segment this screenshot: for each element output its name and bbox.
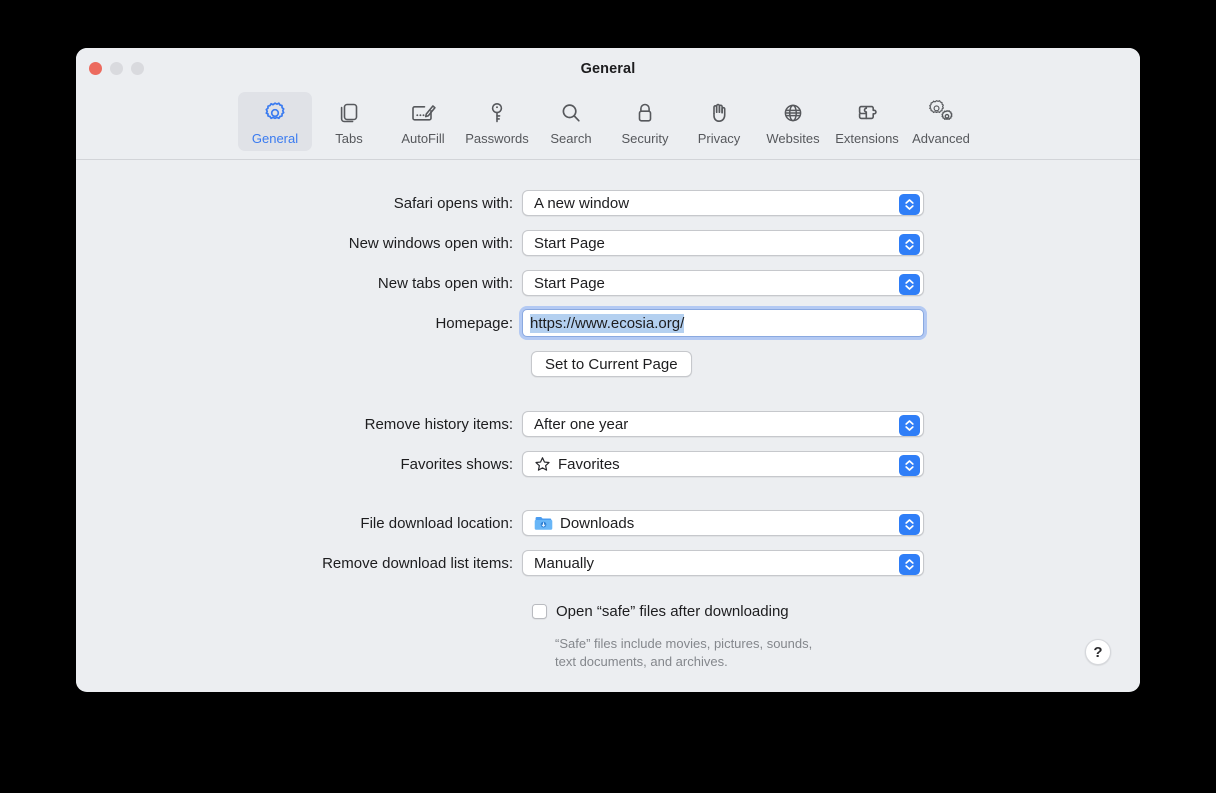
- chevron-updown-icon[interactable]: [899, 554, 920, 575]
- label-homepage: Homepage:: [76, 315, 522, 332]
- open-safe-files-checkbox[interactable]: [532, 604, 547, 619]
- chevron-updown-icon[interactable]: [899, 234, 920, 255]
- set-to-current-page-button[interactable]: Set to Current Page: [531, 351, 692, 377]
- label-favorites-shows: Favorites shows:: [76, 456, 522, 473]
- tab-websites[interactable]: Websites: [756, 92, 830, 151]
- preferences-toolbar: General Tabs AutoFill: [76, 92, 1140, 160]
- help-button[interactable]: ?: [1085, 639, 1111, 665]
- help-button-label: ?: [1093, 644, 1102, 661]
- popup-new-tabs-open-with[interactable]: Start Page: [522, 270, 924, 296]
- tab-label: Passwords: [465, 131, 529, 146]
- label-remove-history-items: Remove history items:: [76, 416, 522, 433]
- homepage-field-wrap: https://www.ecosia.org/: [522, 309, 924, 337]
- star-outline-icon: [534, 456, 551, 473]
- tab-search[interactable]: Search: [534, 92, 608, 151]
- popup-new-windows-open-with[interactable]: Start Page: [522, 230, 924, 256]
- downloads-folder-icon: [534, 515, 553, 532]
- magnifier-icon: [558, 96, 584, 130]
- row-open-safe-files: Open “safe” files after downloading: [532, 603, 789, 620]
- key-icon: [484, 96, 510, 130]
- row-favorites-shows: Favorites shows: Favorites: [76, 451, 924, 477]
- tab-passwords[interactable]: Passwords: [460, 92, 534, 151]
- popup-safari-opens-with[interactable]: A new window: [522, 190, 924, 216]
- tabs-icon: [336, 96, 362, 130]
- popup-value: Start Page: [534, 275, 605, 292]
- popup-remove-history-items[interactable]: After one year: [522, 411, 924, 437]
- tab-label: General: [252, 131, 298, 146]
- double-gear-icon: [927, 96, 955, 130]
- tab-advanced[interactable]: Advanced: [904, 92, 978, 151]
- row-remove-download-list-items: Remove download list items: Manually: [76, 550, 924, 576]
- open-safe-files-help-text: “Safe” files include movies, pictures, s…: [555, 635, 812, 671]
- globe-icon: [780, 96, 806, 130]
- popup-value: Manually: [534, 555, 594, 572]
- tab-label: Tabs: [335, 131, 362, 146]
- popup-value: Favorites: [558, 456, 620, 473]
- tab-label: Websites: [766, 131, 819, 146]
- label-safari-opens-with: Safari opens with:: [76, 195, 522, 212]
- puzzle-piece-icon: [854, 96, 880, 130]
- window-titlebar: General: [76, 48, 1140, 92]
- tab-privacy[interactable]: Privacy: [682, 92, 756, 151]
- tab-label: Search: [550, 131, 591, 146]
- autofill-pencil-icon: [409, 96, 437, 130]
- hand-icon: [706, 96, 732, 130]
- chevron-updown-icon[interactable]: [899, 514, 920, 535]
- row-file-download-location: File download location: Downloads: [76, 510, 924, 536]
- preferences-window: General General Tabs: [76, 48, 1140, 692]
- popup-file-download-location[interactable]: Downloads: [522, 510, 924, 536]
- tab-label: Extensions: [835, 131, 899, 146]
- row-safari-opens-with: Safari opens with: A new window: [76, 190, 924, 216]
- popup-remove-download-list-items[interactable]: Manually: [522, 550, 924, 576]
- label-file-download-location: File download location:: [76, 515, 522, 532]
- padlock-icon: [632, 96, 658, 130]
- row-remove-history-items: Remove history items: After one year: [76, 411, 924, 437]
- row-new-tabs-open-with: New tabs open with: Start Page: [76, 270, 924, 296]
- label-remove-download-list-items: Remove download list items:: [76, 555, 522, 572]
- tab-security[interactable]: Security: [608, 92, 682, 151]
- tab-label: Security: [622, 131, 669, 146]
- general-preferences-pane: Safari opens with: A new window New wind…: [76, 160, 1140, 691]
- chevron-updown-icon[interactable]: [899, 274, 920, 295]
- tab-label: AutoFill: [401, 131, 444, 146]
- row-homepage: Homepage: https://www.ecosia.org/: [76, 309, 924, 337]
- tab-tabs[interactable]: Tabs: [312, 92, 386, 151]
- row-new-windows-open-with: New windows open with: Start Page: [76, 230, 924, 256]
- window-title: General: [76, 61, 1140, 77]
- tab-autofill[interactable]: AutoFill: [386, 92, 460, 151]
- popup-favorites-shows[interactable]: Favorites: [522, 451, 924, 477]
- row-set-to-current-page: Set to Current Page: [522, 351, 692, 377]
- tab-label: Privacy: [698, 131, 741, 146]
- tab-general[interactable]: General: [238, 92, 312, 151]
- popup-value: Downloads: [560, 515, 634, 532]
- homepage-input[interactable]: https://www.ecosia.org/: [522, 309, 924, 337]
- popup-value: After one year: [534, 416, 628, 433]
- label-new-tabs-open-with: New tabs open with:: [76, 275, 522, 292]
- gear-icon: [262, 96, 288, 130]
- popup-value: A new window: [534, 195, 629, 212]
- label-new-windows-open-with: New windows open with:: [76, 235, 522, 252]
- homepage-input-value: https://www.ecosia.org/: [530, 314, 684, 333]
- chevron-updown-icon[interactable]: [899, 415, 920, 436]
- open-safe-files-label: Open “safe” files after downloading: [556, 603, 789, 620]
- popup-value: Start Page: [534, 235, 605, 252]
- chevron-updown-icon[interactable]: [899, 455, 920, 476]
- tab-extensions[interactable]: Extensions: [830, 92, 904, 151]
- chevron-updown-icon[interactable]: [899, 194, 920, 215]
- tab-label: Advanced: [912, 131, 970, 146]
